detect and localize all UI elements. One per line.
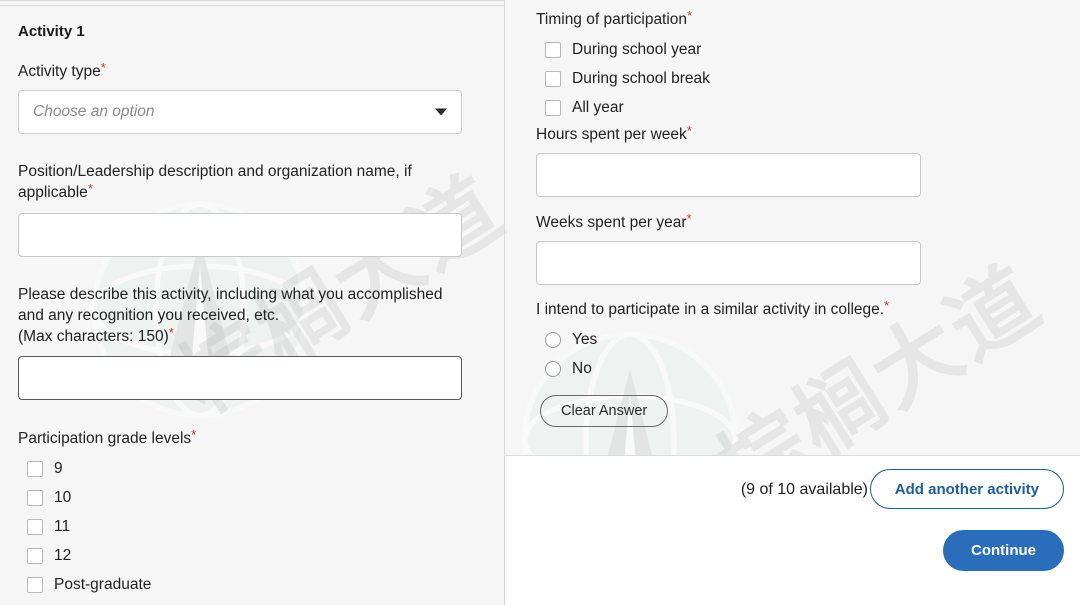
similar-activity-option-row[interactable]: No — [545, 356, 951, 381]
grade-level-option-row[interactable]: 9 — [27, 456, 462, 481]
grade-level-option-label: 9 — [54, 459, 63, 477]
required-asterisk: * — [87, 181, 93, 196]
radio-icon[interactable] — [545, 331, 561, 348]
checkbox-icon[interactable] — [545, 41, 561, 58]
describe-activity-label-line3: (Max characters: 150) — [18, 328, 169, 345]
grade-level-option-label: Post-graduate — [54, 575, 152, 593]
checkbox-icon[interactable] — [27, 576, 43, 593]
activity-type-select[interactable]: Choose an option — [18, 90, 462, 134]
describe-activity-textarea[interactable] — [18, 356, 462, 400]
position-description-label: Position/Leadership description and orga… — [18, 161, 462, 203]
timing-option-label: During school break — [572, 69, 710, 87]
similar-activity-label-text: I intend to participate in a similar act… — [536, 301, 885, 318]
checkbox-icon[interactable] — [545, 99, 561, 116]
grade-level-option-row[interactable]: Post-graduate — [27, 572, 462, 597]
radio-icon[interactable] — [545, 360, 561, 377]
continue-button[interactable]: Continue — [943, 530, 1064, 571]
required-asterisk: * — [687, 8, 693, 23]
describe-activity-label: Please describe this activity, including… — [18, 284, 462, 347]
timing-option-row[interactable]: All year — [545, 95, 951, 120]
activity-type-placeholder: Choose an option — [33, 103, 155, 120]
similar-activity-field-group: I intend to participate in a similar act… — [536, 299, 951, 427]
position-description-field-group: Position/Leadership description and orga… — [18, 161, 462, 257]
checkbox-icon[interactable] — [545, 70, 561, 87]
timing-options: During school year During school break All… — [545, 37, 951, 120]
weeks-per-year-field-group: Weeks spent per year* — [536, 212, 921, 285]
position-description-input[interactable] — [18, 213, 462, 257]
checkbox-icon[interactable] — [27, 518, 43, 535]
activity-type-field-group: Activity type* Choose an option — [18, 61, 462, 134]
describe-activity-label-line1: Please describe this activity, including… — [18, 286, 443, 303]
timing-field-group: Timing of participation* During school y… — [536, 9, 951, 124]
grade-level-option-label: 11 — [54, 517, 71, 535]
similar-activity-options: Yes No — [545, 327, 951, 381]
page-title: Activity 1 — [18, 23, 85, 41]
grade-level-option-row[interactable]: 11 — [27, 514, 462, 539]
position-description-label-text: Position/Leadership description and orga… — [18, 163, 412, 201]
weeks-per-year-input[interactable] — [536, 241, 921, 285]
activity-type-label-text: Activity type — [18, 63, 101, 80]
column-divider — [504, 0, 505, 605]
similar-activity-label: I intend to participate in a similar act… — [536, 299, 951, 320]
timing-label-text: Timing of participation — [536, 11, 688, 28]
required-asterisk: * — [884, 298, 890, 313]
timing-option-label: During school year — [572, 40, 702, 58]
top-divider — [0, 5, 504, 6]
application-root: 棕榈大道 棕榈大道 Activity 1 Activity type* Choo… — [0, 0, 1080, 605]
grade-levels-label: Participation grade levels* — [18, 428, 462, 449]
required-asterisk: * — [168, 325, 174, 340]
timing-option-row[interactable]: During school year — [545, 37, 951, 62]
checkbox-icon[interactable] — [27, 547, 43, 564]
timing-option-label: All year — [572, 98, 624, 116]
hours-per-week-label-text: Hours spent per week — [536, 126, 687, 143]
footer-action-panel: (9 of 10 available) Add another activity… — [505, 455, 1080, 605]
required-asterisk: * — [686, 211, 692, 226]
add-another-activity-button[interactable]: Add another activity — [869, 469, 1064, 509]
similar-activity-option-row[interactable]: Yes — [545, 327, 951, 352]
weeks-per-year-label: Weeks spent per year* — [536, 212, 921, 233]
left-form-column: Activity 1 Activity type* Choose an opti… — [0, 0, 505, 605]
hours-per-week-label: Hours spent per week* — [536, 124, 921, 145]
required-asterisk: * — [191, 427, 197, 442]
describe-activity-label-line2: and any recognition you received, etc. — [18, 307, 280, 324]
timing-option-row[interactable]: During school break — [545, 66, 951, 91]
describe-activity-field-group: Please describe this activity, including… — [18, 284, 462, 405]
clear-answer-button[interactable]: Clear Answer — [540, 395, 669, 427]
grade-level-option-row[interactable]: 12 — [27, 543, 462, 568]
timing-label: Timing of participation* — [536, 9, 951, 30]
availability-counter: (9 of 10 available) — [740, 481, 868, 498]
grade-level-option-row[interactable]: 10 — [27, 485, 462, 510]
grade-levels-label-text: Participation grade levels — [18, 430, 192, 447]
chevron-down-icon — [435, 108, 447, 116]
activity-type-label: Activity type* — [18, 61, 462, 82]
grade-level-option-label: 12 — [54, 546, 72, 564]
activity-section-title: Activity 1 — [18, 23, 85, 40]
right-form-column: Timing of participation* During school y… — [505, 0, 1080, 455]
required-asterisk: * — [686, 123, 692, 138]
required-asterisk: * — [100, 60, 106, 75]
hours-per-week-field-group: Hours spent per week* — [536, 124, 921, 197]
similar-activity-option-label: Yes — [572, 330, 598, 348]
checkbox-icon[interactable] — [27, 489, 43, 506]
checkbox-icon[interactable] — [27, 460, 43, 477]
grade-levels-options: 9 10 11 12 Post-graduate — [27, 456, 462, 597]
grade-level-option-label: 10 — [54, 488, 72, 506]
similar-activity-option-label: No — [572, 359, 592, 377]
hours-per-week-input[interactable] — [536, 153, 921, 197]
weeks-per-year-label-text: Weeks spent per year — [536, 214, 687, 231]
grade-levels-field-group: Participation grade levels* 9 10 11 12 Post-… — [18, 428, 462, 601]
